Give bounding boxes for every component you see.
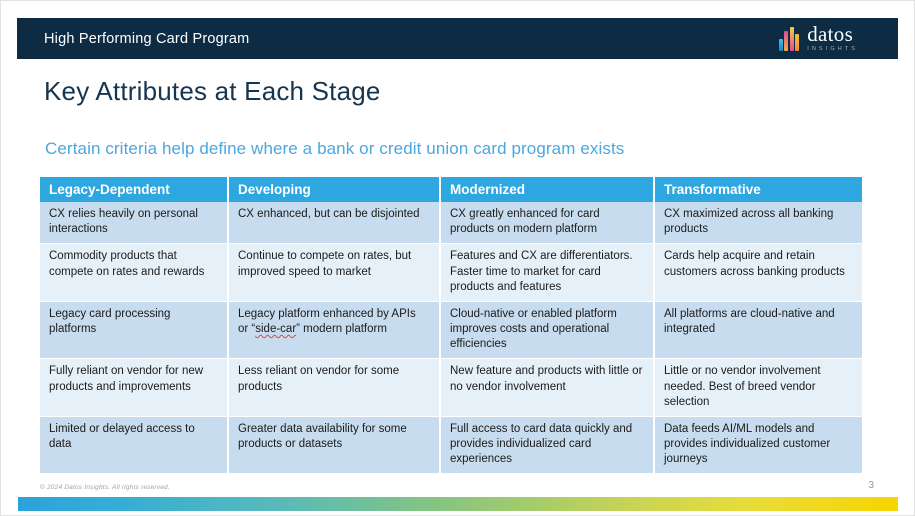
table-cell: Greater data availability for some produ… xyxy=(228,416,441,475)
table-cell: CX relies heavily on personal interactio… xyxy=(40,202,229,245)
table-row: Commodity products that compete on rates… xyxy=(40,243,862,302)
table-cell: Less reliant on vendor for some products xyxy=(228,358,441,417)
page-subtitle: Certain criteria help define where a ban… xyxy=(45,139,625,158)
slide-canvas: High Performing Card Program datos INSIG… xyxy=(0,0,915,516)
table-cell: CX maximized across all banking products xyxy=(654,202,862,245)
table-cell: CX enhanced, but can be disjointed xyxy=(228,202,441,245)
logo-bar-3 xyxy=(789,26,794,51)
slide-header-bar: High Performing Card Program datos INSIG… xyxy=(17,18,898,59)
header-title: High Performing Card Program xyxy=(44,30,250,47)
table-cell: Commodity products that compete on rates… xyxy=(40,243,229,302)
page-title: Key Attributes at Each Stage xyxy=(44,76,381,106)
table-cell: Legacy card processing platforms xyxy=(40,301,229,360)
table-row: Fully reliant on vendor for new products… xyxy=(40,358,862,417)
table-cell: Continue to compete on rates, but improv… xyxy=(228,243,441,302)
logo-bar-1 xyxy=(778,38,783,51)
table-row: Limited or delayed access to data Greate… xyxy=(40,416,862,475)
brand-name: datos xyxy=(807,22,854,47)
table-cell: Fully reliant on vendor for new products… xyxy=(40,358,229,417)
table-cell: All platforms are cloud-native and integ… xyxy=(654,301,862,360)
logo-bar-4 xyxy=(795,33,800,51)
brand-wordmark: datos INSIGHTS xyxy=(807,24,858,53)
table-cell: Cloud-native or enabled platform improve… xyxy=(440,301,655,360)
table-cell: Full access to card data quickly and pro… xyxy=(440,416,655,475)
table-row: Legacy card processing platforms Legacy … xyxy=(40,301,862,360)
slide-page-number: 3 xyxy=(868,480,874,491)
footer-copyright: © 2024 Datos Insights. All rights reserv… xyxy=(40,484,170,491)
footer-gradient-bar xyxy=(18,497,898,511)
spellcheck-underline: side-car xyxy=(255,323,297,336)
table-header-row: Legacy-Dependent Developing Modernized T… xyxy=(40,177,862,202)
brand-tagline: INSIGHTS xyxy=(807,46,858,53)
logo-bar-2 xyxy=(784,30,789,51)
column-header-legacy-dependent: Legacy-Dependent xyxy=(40,177,229,202)
column-header-developing: Developing xyxy=(228,177,441,202)
table-cell: Data feeds AI/ML models and provides ind… xyxy=(654,416,862,475)
table-cell: Features and CX are differentiators. Fas… xyxy=(440,243,655,302)
table-header: Legacy-Dependent Developing Modernized T… xyxy=(40,177,862,202)
column-header-transformative: Transformative xyxy=(654,177,862,202)
attributes-table: Legacy-Dependent Developing Modernized T… xyxy=(40,177,862,475)
table-cell: New feature and products with little or … xyxy=(440,358,655,417)
table-row: CX relies heavily on personal interactio… xyxy=(40,202,862,245)
table-cell: CX greatly enhanced for card products on… xyxy=(440,202,655,245)
table-cell: Little or no vendor involvement needed. … xyxy=(654,358,862,417)
table-cell: Cards help acquire and retain customers … xyxy=(654,243,862,302)
bar-chart-icon xyxy=(778,26,800,51)
table-cell-spellchecked: Legacy platform enhanced by APIs or “sid… xyxy=(228,301,441,360)
table-body: CX relies heavily on personal interactio… xyxy=(40,202,862,475)
table-cell: Limited or delayed access to data xyxy=(40,416,229,475)
column-header-modernized: Modernized xyxy=(440,177,655,202)
datos-insights-logo: datos INSIGHTS xyxy=(778,24,880,53)
